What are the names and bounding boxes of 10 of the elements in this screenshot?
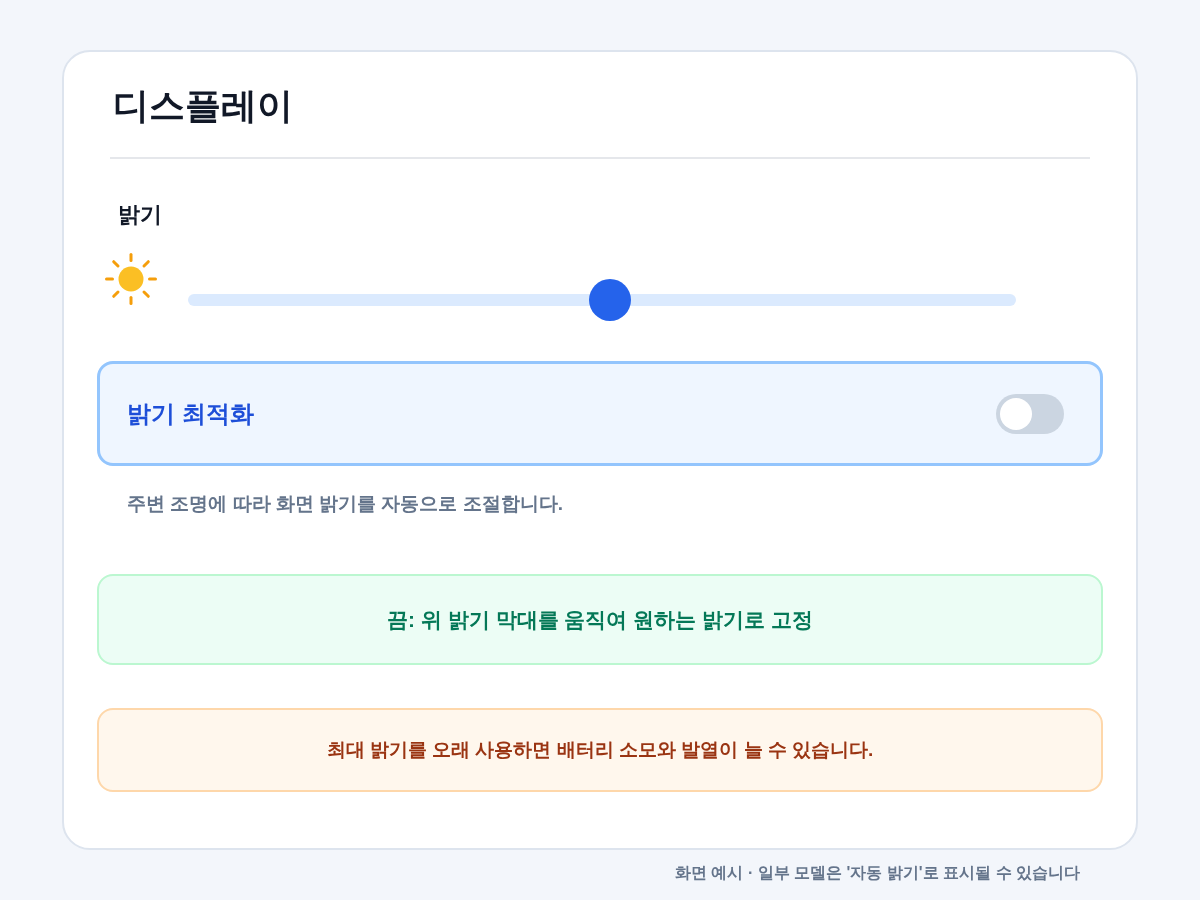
info-note-text: 끔: 위 밝기 막대를 움직여 원하는 밝기로 고정 [387,606,813,633]
toggle-switch[interactable] [996,393,1064,434]
footer-note: 화면 예시 · 일부 모델은 '자동 밝기'로 표시될 수 있습니다 [675,864,1080,882]
adaptive-brightness-label: 밝기 최적화 [127,398,254,429]
slider-thumb[interactable] [589,279,632,321]
sun-icon [105,253,157,305]
adaptive-brightness-description: 주변 조명에 따라 화면 밝기를 자동으로 조절합니다. [127,492,563,516]
page-title: 디스플레이 [113,84,293,128]
warning-note-text: 최대 밝기를 오래 사용하면 배터리 소모와 발열이 늘 수 있습니다. [326,738,874,762]
brightness-label: 밝기 [118,201,162,229]
